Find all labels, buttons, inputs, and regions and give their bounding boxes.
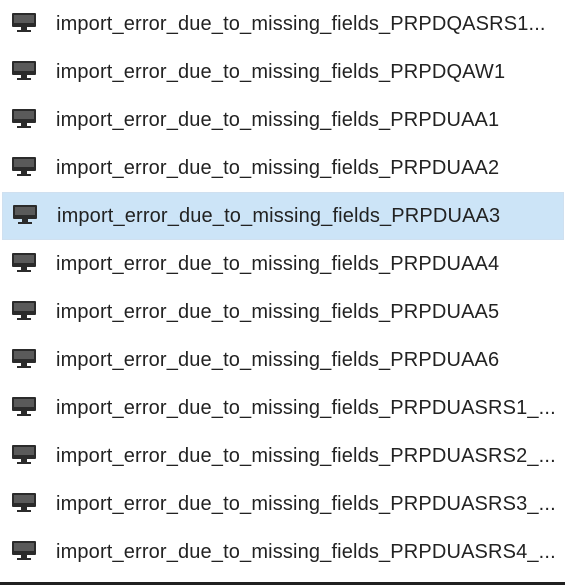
list-item-selected[interactable]: import_error_due_to_missing_fields_PRPDU… [2,192,564,240]
computer-icon [12,349,36,369]
list-item[interactable]: import_error_due_to_missing_fields_PRPDQ… [0,0,565,48]
computer-icon [12,157,36,177]
computer-icon [13,205,37,225]
list-item[interactable]: import_error_due_to_missing_fields_PRPDU… [0,336,565,384]
list-item-label: import_error_due_to_missing_fields_PRPDU… [56,541,556,563]
list-item-label: import_error_due_to_missing_fields_PRPDU… [56,109,500,131]
computer-icon [12,253,36,273]
list-item-label: import_error_due_to_missing_fields_PRPDU… [57,205,501,227]
list-item-label: import_error_due_to_missing_fields_PRPDQ… [56,13,546,35]
list-item[interactable]: import_error_due_to_missing_fields_PRPDU… [0,384,565,432]
list-item[interactable]: import_error_due_to_missing_fields_PRPDQ… [0,48,565,96]
computer-icon [12,61,36,81]
list-item-label: import_error_due_to_missing_fields_PRPDU… [56,397,556,419]
list-item[interactable]: import_error_due_to_missing_fields_PRPDU… [0,528,565,576]
file-list: import_error_due_to_missing_fields_PRPDQ… [0,0,565,576]
list-item-label: import_error_due_to_missing_fields_PRPDQ… [56,61,506,83]
list-item[interactable]: import_error_due_to_missing_fields_PRPDU… [0,480,565,528]
list-item-label: import_error_due_to_missing_fields_PRPDU… [56,349,500,371]
list-item-label: import_error_due_to_missing_fields_PRPDU… [56,253,500,275]
computer-icon [12,397,36,417]
list-item-label: import_error_due_to_missing_fields_PRPDU… [56,301,500,323]
list-item[interactable]: import_error_due_to_missing_fields_PRPDU… [0,240,565,288]
list-item-label: import_error_due_to_missing_fields_PRPDU… [56,445,556,467]
computer-icon [12,109,36,129]
list-item[interactable]: import_error_due_to_missing_fields_PRPDU… [0,432,565,480]
list-item[interactable]: import_error_due_to_missing_fields_PRPDU… [0,288,565,336]
computer-icon [12,493,36,513]
list-item[interactable]: import_error_due_to_missing_fields_PRPDU… [0,96,565,144]
computer-icon [12,13,36,33]
list-item[interactable]: import_error_due_to_missing_fields_PRPDU… [0,144,565,192]
list-item-label: import_error_due_to_missing_fields_PRPDU… [56,493,556,515]
list-item-label: import_error_due_to_missing_fields_PRPDU… [56,157,500,179]
computer-icon [12,541,36,561]
computer-icon [12,445,36,465]
computer-icon [12,301,36,321]
